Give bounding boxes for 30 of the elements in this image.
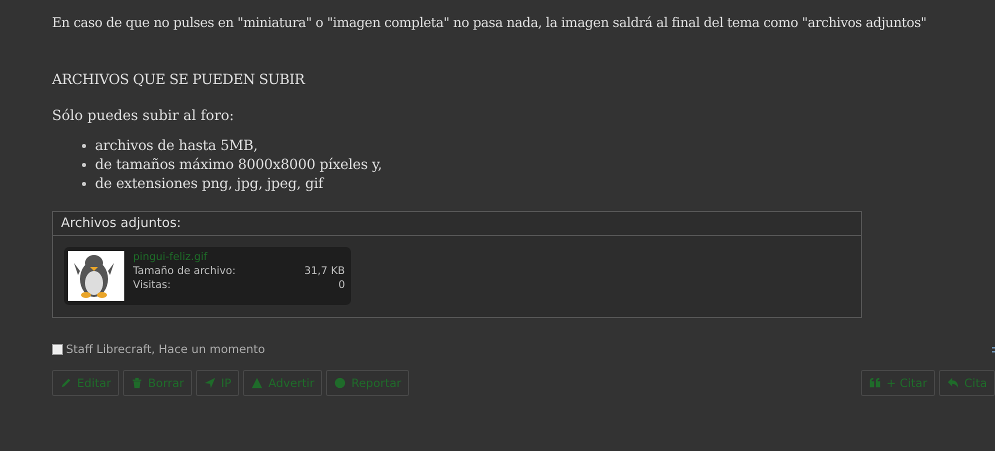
field-label: Tamaño de archivo: [133, 265, 236, 277]
bullet-icon [82, 182, 86, 186]
action-button[interactable]: Editar [52, 370, 120, 396]
file-link[interactable]: pingui-feliz.gif [133, 251, 345, 263]
bullet-icon [82, 144, 86, 148]
warning-icon [251, 377, 264, 389]
file-size: 31,7 KB [304, 265, 345, 277]
panel-title: Archivos adjuntos: [61, 216, 182, 231]
action-button[interactable]: + Citar [861, 370, 936, 396]
view-count: 0 [338, 279, 345, 291]
action-button[interactable]: Reportar [326, 370, 410, 396]
post-paragraph: Sólo puedes subir al foro: [52, 108, 236, 124]
trash-icon [131, 377, 144, 389]
checkbox[interactable] [52, 344, 63, 354]
action-button[interactable]: Borrar [123, 370, 192, 396]
post-paragraph: En caso de que no pulses en "miniatura" o "imagen completa" no pasa nada, la imagen saldrá al final del tema como "archivos adjuntos" [52, 16, 928, 31]
reply-icon [947, 377, 960, 389]
arrow-icon [204, 377, 216, 389]
list-item: de tamaños máximo 8000x8000 píxeles y, [95, 157, 382, 173]
bullet-icon [82, 163, 86, 167]
quote-icon [869, 377, 882, 389]
post-author-time: Staff Librecraft, Hace un momento [66, 342, 265, 356]
section-heading: ARCHIVOS QUE SE PUEDEN SUBIR [52, 72, 306, 88]
pencil-icon [60, 377, 72, 389]
action-button[interactable]: Cita [939, 370, 995, 396]
list-item: archivos de hasta 5MB, [95, 138, 258, 154]
action-button[interactable]: Advertir [243, 370, 322, 396]
list-item: de extensiones png, jpg, jpeg, gif [95, 176, 324, 192]
action-button[interactable]: IP [196, 370, 240, 396]
field-label: Visitas: [133, 279, 171, 291]
